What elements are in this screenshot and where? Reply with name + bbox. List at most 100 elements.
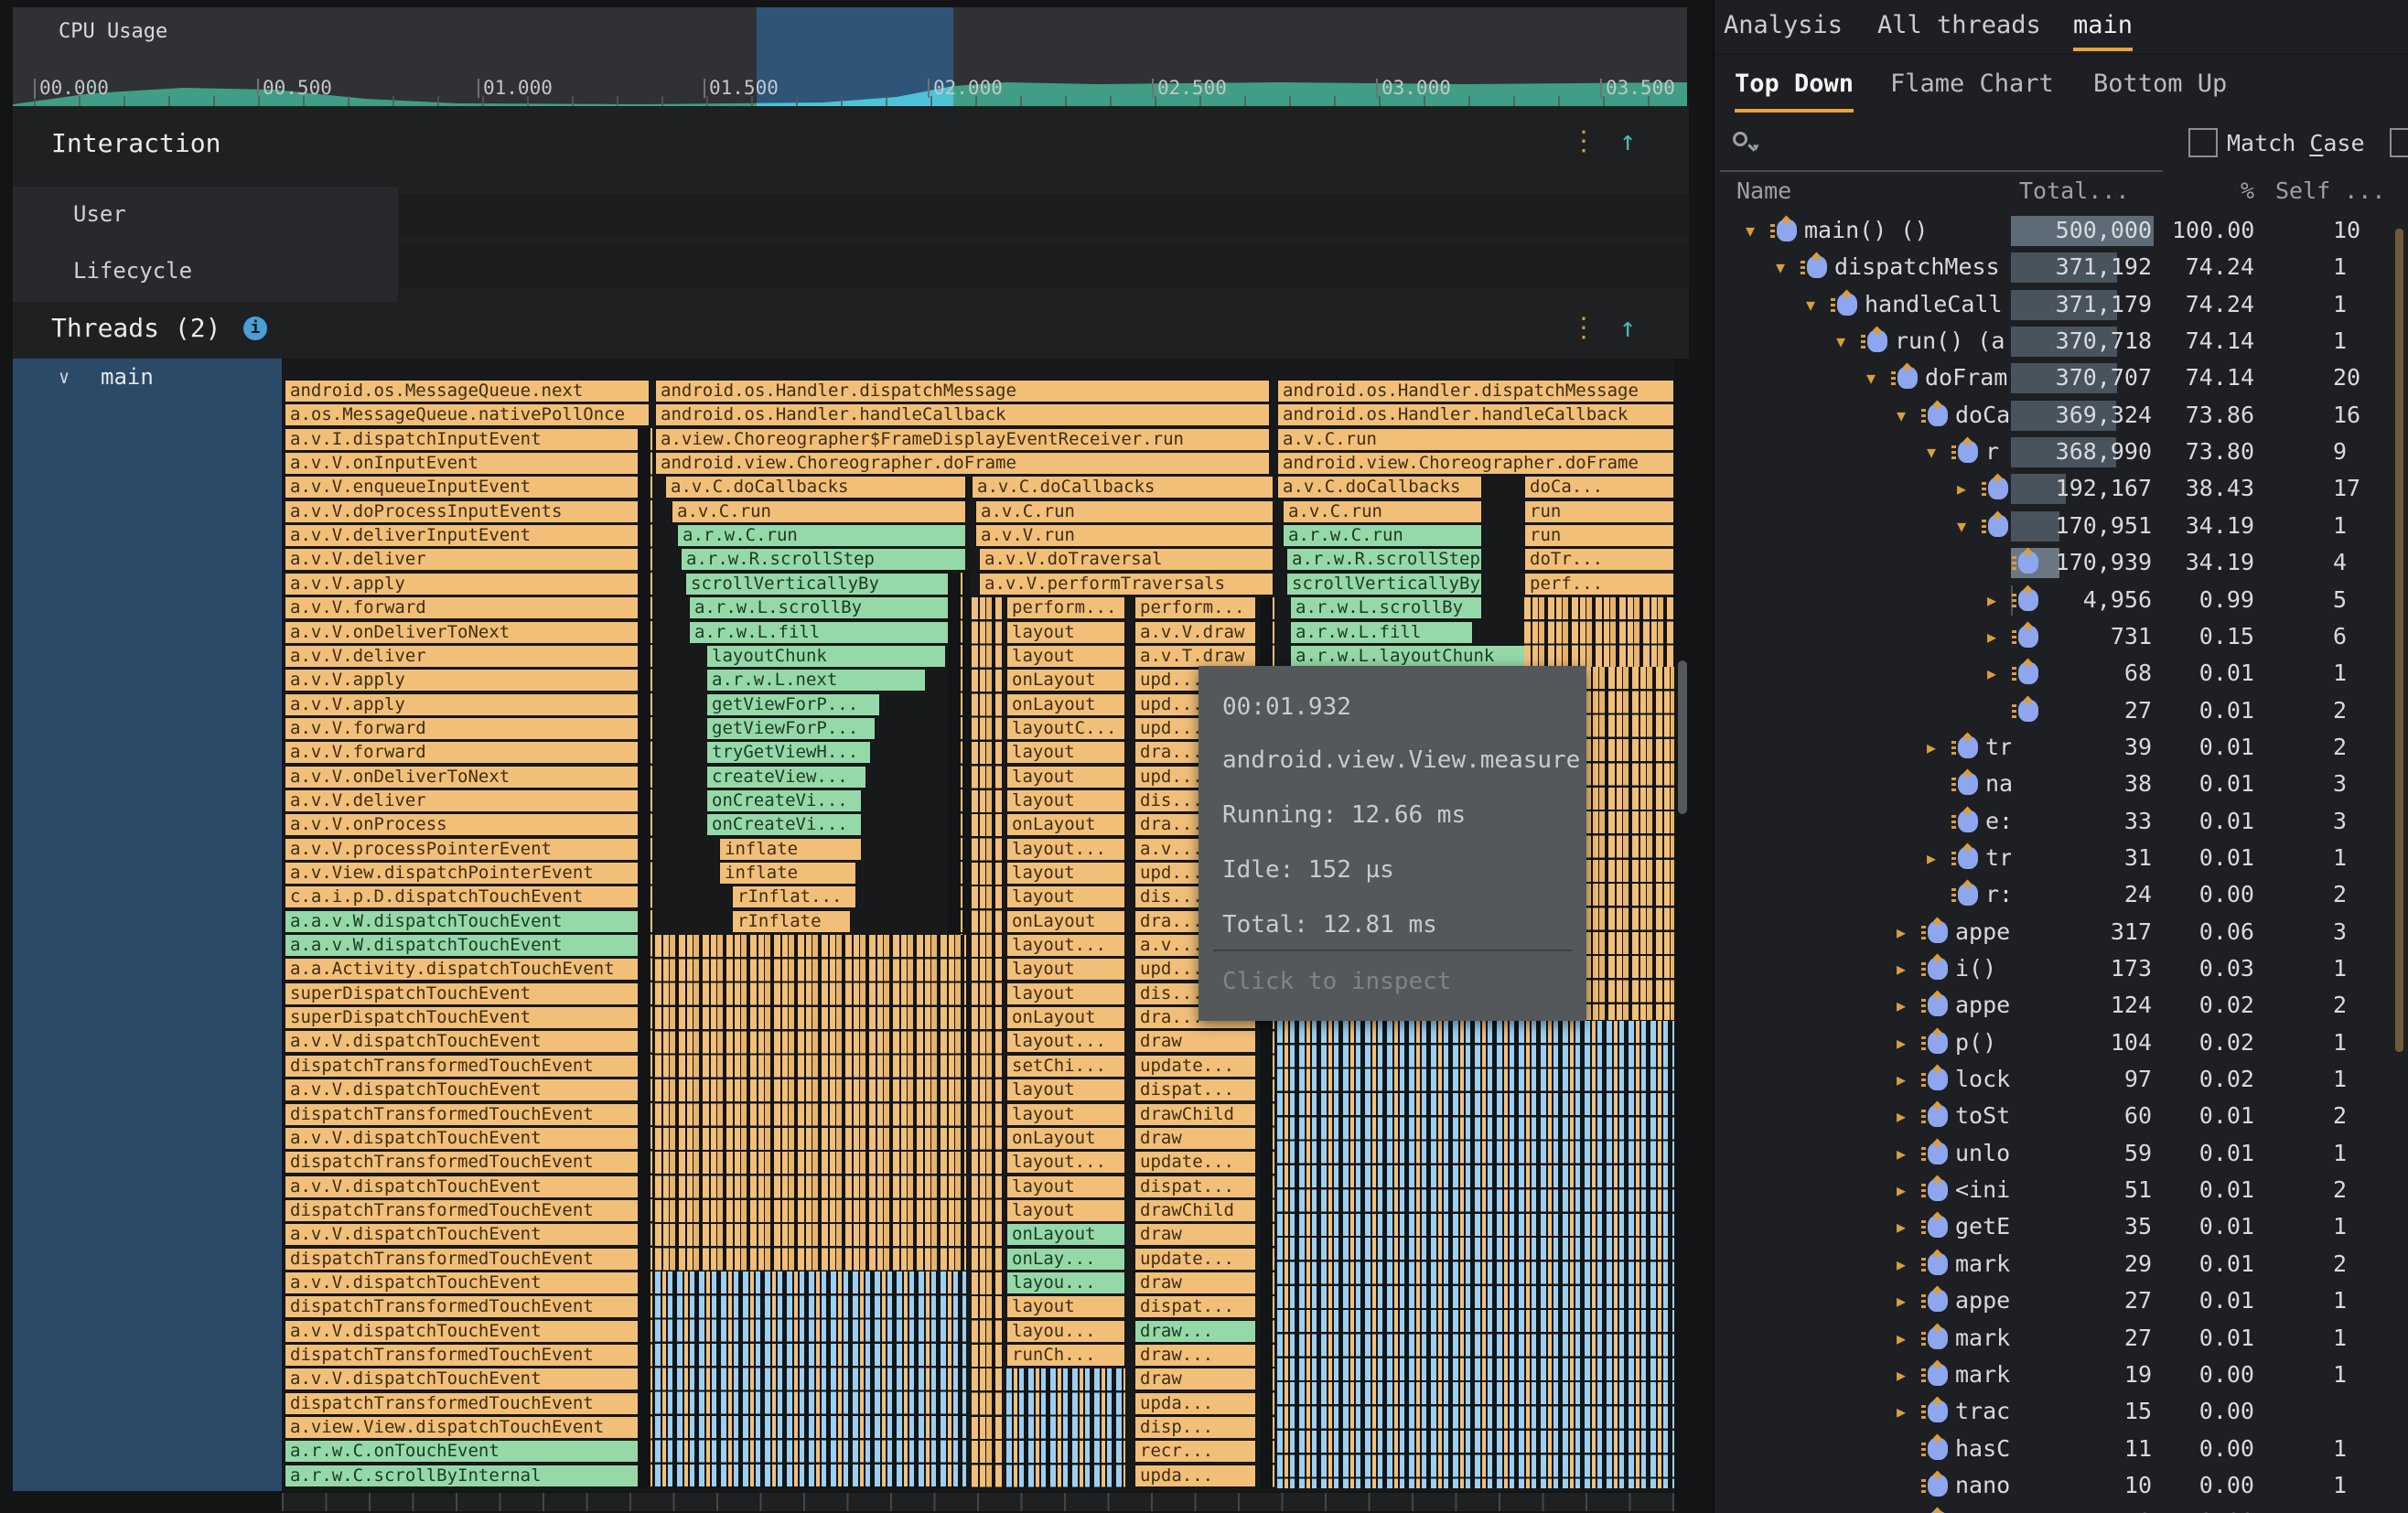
chevron-right-icon[interactable]: ▸ bbox=[1897, 1208, 1919, 1245]
chevron-right-icon[interactable]: ▸ bbox=[1897, 1393, 1919, 1430]
chart-horizontal-scrollbar[interactable] bbox=[282, 1493, 1674, 1511]
tree-row[interactable]: ▾doCa369,32473.8616 bbox=[1715, 397, 2408, 434]
method-name: doFram bbox=[1925, 359, 2011, 396]
tree-row[interactable]: ▸unlo590.011 bbox=[1715, 1135, 2408, 1172]
tree-row[interactable]: ▾main() ()500,000100.0010 bbox=[1715, 212, 2408, 249]
chart-vertical-scrollbar[interactable] bbox=[1678, 660, 1687, 814]
tree-row[interactable]: ▾dispatchMess371,19274.241 bbox=[1715, 249, 2408, 285]
tab-all-threads[interactable]: All threads bbox=[1877, 0, 2041, 51]
method-icon bbox=[1777, 220, 1797, 241]
chevron-right-icon[interactable]: ▸ bbox=[1927, 840, 1949, 876]
tree-row[interactable]: ▸toSt600.012 bbox=[1715, 1098, 2408, 1134]
tree-row[interactable]: na380.013 bbox=[1715, 766, 2408, 802]
threads-title: Threads (2) bbox=[51, 313, 220, 343]
chevron-right-icon[interactable]: ▸ bbox=[1897, 1246, 1919, 1282]
tree-row[interactable]: ▸getE350.011 bbox=[1715, 1208, 2408, 1245]
tab-flame-chart[interactable]: Flame Chart bbox=[1890, 56, 2054, 113]
chevron-down-icon[interactable]: ∨ bbox=[59, 366, 70, 388]
tree-row[interactable]: ▸tr390.012 bbox=[1715, 729, 2408, 766]
chevron-right-icon[interactable]: ▸ bbox=[1897, 1061, 1919, 1098]
tree-row[interactable]: hasC110.001 bbox=[1715, 1431, 2408, 1467]
tree-row[interactable]: e:330.013 bbox=[1715, 803, 2408, 840]
tree-row[interactable]: ▸lock970.021 bbox=[1715, 1061, 2408, 1098]
column-header-self[interactable]: Self ... bbox=[2275, 177, 2385, 204]
column-header-name[interactable]: Name bbox=[1736, 177, 1791, 204]
cpu-usage-timeline[interactable]: 00.00000.50001.00001.50002.00002.50003.0… bbox=[13, 7, 1687, 106]
info-icon[interactable]: i bbox=[243, 317, 267, 340]
match-case-checkbox[interactable] bbox=[2188, 128, 2218, 157]
tree-row[interactable]: ▾run() (a370,71874.141 bbox=[1715, 323, 2408, 359]
lifecycle-lane-track[interactable] bbox=[400, 245, 1689, 287]
chevron-right-icon[interactable]: ▸ bbox=[1897, 1135, 1919, 1172]
column-header-percent[interactable]: % bbox=[2209, 177, 2254, 204]
tree-row[interactable]: ▸mark290.012 bbox=[1715, 1246, 2408, 1282]
percent-value: 0.00 bbox=[2172, 1393, 2254, 1430]
tree-row[interactable]: ▸appe270.011 bbox=[1715, 1282, 2408, 1319]
chevron-right-icon[interactable]: ▸ bbox=[1897, 1098, 1919, 1134]
tree-row[interactable]: ▾r368,99073.809 bbox=[1715, 434, 2408, 470]
user-lane-track[interactable] bbox=[400, 194, 1689, 236]
tree-row[interactable]: ▾handleCall371,17974.241 bbox=[1715, 286, 2408, 323]
tree-row[interactable]: ▾doFram370,70774.1420 bbox=[1715, 359, 2408, 396]
thread-sidebar-main[interactable]: ∨ main bbox=[13, 359, 282, 1491]
tree-row[interactable]: ▸<ini510.012 bbox=[1715, 1172, 2408, 1208]
collapse-section-icon[interactable]: ↑ bbox=[1619, 315, 1636, 342]
search-input[interactable] bbox=[1769, 126, 2154, 166]
tree-row[interactable]: ▸192,16738.4317 bbox=[1715, 470, 2408, 507]
total-value: 369,324 bbox=[2016, 397, 2152, 434]
chevron-down-icon[interactable]: ▾ bbox=[1776, 249, 1798, 285]
match-case-label[interactable]: Match Case bbox=[2227, 130, 2365, 156]
tree-row[interactable]: ▸680.011 bbox=[1715, 655, 2408, 692]
chevron-right-icon[interactable]: ▸ bbox=[1897, 914, 1919, 950]
chevron-right-icon[interactable]: ▸ bbox=[1897, 950, 1919, 987]
kebab-menu-icon[interactable]: ⋮ bbox=[1570, 128, 1597, 156]
tree-row[interactable]: ▸7310.156 bbox=[1715, 618, 2408, 655]
tree-row[interactable]: ▸mark190.001 bbox=[1715, 1357, 2408, 1393]
cpu-usage-label: CPU Usage bbox=[59, 20, 167, 43]
chevron-right-icon[interactable]: ▸ bbox=[1897, 1172, 1919, 1208]
tree-row[interactable]: 90.00 bbox=[1715, 1504, 2408, 1513]
chevron-down-icon[interactable]: ▾ bbox=[1806, 286, 1828, 323]
collapse-section-icon[interactable]: ↑ bbox=[1619, 128, 1636, 156]
kebab-menu-icon[interactable]: ⋮ bbox=[1570, 315, 1597, 342]
chevron-right-icon[interactable]: ▸ bbox=[1897, 1357, 1919, 1393]
tab-main[interactable]: main bbox=[2073, 0, 2133, 51]
tree-row[interactable]: ▸4,9560.995 bbox=[1715, 582, 2408, 618]
tab-analysis[interactable]: Analysis bbox=[1724, 0, 1843, 51]
search-icon[interactable]: ▾ bbox=[1731, 130, 1762, 161]
tree-row[interactable]: ▸appe3170.063 bbox=[1715, 914, 2408, 950]
timeline-selection[interactable] bbox=[757, 7, 953, 106]
chevron-right-icon[interactable]: ▸ bbox=[1987, 655, 2009, 692]
tree-row[interactable]: ▸trac150.00 bbox=[1715, 1393, 2408, 1430]
tree-row[interactable]: 270.012 bbox=[1715, 692, 2408, 729]
chevron-right-icon[interactable]: ▸ bbox=[1897, 1025, 1919, 1061]
chevron-down-icon[interactable]: ▾ bbox=[1927, 434, 1949, 470]
chevron-right-icon[interactable]: ▸ bbox=[1897, 1320, 1919, 1357]
tab-bottom-up[interactable]: Bottom Up bbox=[2093, 56, 2227, 113]
chevron-right-icon[interactable]: ▸ bbox=[1957, 470, 1979, 507]
tree-row[interactable]: ▸tr310.011 bbox=[1715, 840, 2408, 876]
chevron-right-icon[interactable]: ▸ bbox=[1897, 987, 1919, 1024]
chevron-down-icon[interactable]: ▾ bbox=[1957, 508, 1979, 544]
chevron-down-icon[interactable]: ▾ bbox=[1746, 212, 1768, 249]
chevron-down-icon[interactable]: ▾ bbox=[1836, 323, 1858, 359]
chevron-down-icon[interactable]: ▾ bbox=[1866, 359, 1888, 396]
tree-row[interactable]: ▸p()1040.021 bbox=[1715, 1025, 2408, 1061]
column-header-total[interactable]: Total... bbox=[2019, 177, 2129, 204]
tree-row[interactable]: ▾170,95134.191 bbox=[1715, 508, 2408, 544]
tree-row[interactable]: nano100.001 bbox=[1715, 1467, 2408, 1504]
tree-row[interactable]: r:240.002 bbox=[1715, 876, 2408, 913]
tree-row[interactable]: 170,93934.194 bbox=[1715, 544, 2408, 581]
tree-row[interactable]: ▸mark270.011 bbox=[1715, 1320, 2408, 1357]
tree-row[interactable]: ▸i()1730.031 bbox=[1715, 950, 2408, 987]
chevron-right-icon[interactable]: ▸ bbox=[1897, 1282, 1919, 1319]
chevron-down-icon[interactable]: ▾ bbox=[1897, 397, 1919, 434]
tree-row[interactable]: ▸appe1240.022 bbox=[1715, 987, 2408, 1024]
chevron-right-icon[interactable]: ▸ bbox=[1987, 618, 2009, 655]
regex-checkbox[interactable] bbox=[2390, 128, 2408, 157]
trace-tooltip[interactable]: 00:01.932 android.view.View.measure Runn… bbox=[1199, 666, 1586, 1021]
chevron-right-icon[interactable]: ▸ bbox=[1927, 729, 1949, 766]
chevron-right-icon[interactable]: ▸ bbox=[1987, 582, 2009, 618]
tab-top-down[interactable]: Top Down bbox=[1735, 56, 1854, 113]
percent-value: 73.80 bbox=[2172, 434, 2254, 470]
